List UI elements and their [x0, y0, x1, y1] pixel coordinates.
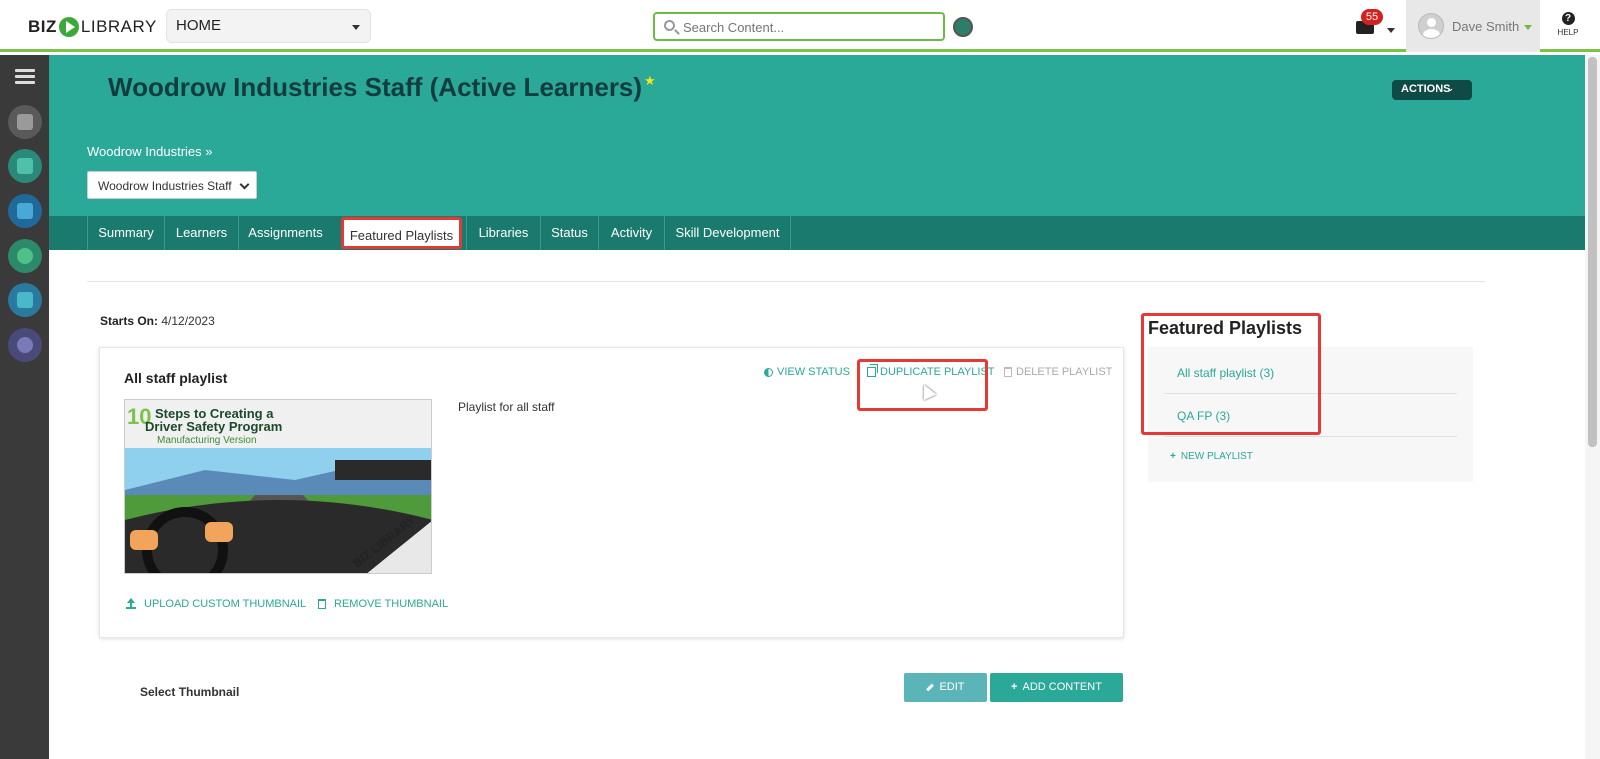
help-button[interactable]: ? HELP — [1548, 12, 1588, 37]
help-label: HELP — [1557, 28, 1579, 37]
content-divider — [87, 281, 1485, 282]
sidebar-home-icon[interactable] — [8, 105, 42, 139]
tab-status[interactable]: Status — [540, 216, 598, 250]
group-select-value: Woodrow Industries Staff — [98, 179, 232, 193]
tab-libraries[interactable]: Libraries — [466, 216, 540, 250]
user-menu[interactable]: Dave Smith — [1406, 0, 1540, 52]
upload-icon — [126, 598, 136, 609]
new-playlist-label: NEW PLAYLIST — [1180, 451, 1253, 462]
remove-thumbnail-label: REMOVE THUMBNAIL — [334, 598, 449, 610]
scrollbar-thumb[interactable] — [1588, 57, 1597, 447]
featured-highlight-box — [1141, 313, 1321, 435]
edit-label: EDIT — [939, 681, 965, 693]
logo-text-library: LIBRARY — [80, 17, 157, 36]
delete-playlist-label: DELETE PLAYLIST — [1016, 366, 1113, 378]
chevron-down-icon — [239, 179, 250, 190]
actions-button[interactable]: ACTIONS ⌄ — [1392, 80, 1472, 100]
upload-thumbnail-label: UPLOAD CUSTOM THUMBNAIL — [144, 598, 307, 610]
tab-featured-playlists[interactable]: Featured Playlists — [341, 217, 462, 249]
starts-on-value: 4/12/2023 — [161, 314, 215, 328]
add-content-button[interactable]: + ADD CONTENT — [990, 673, 1123, 702]
status-icon — [764, 367, 773, 377]
sidebar-people-icon[interactable] — [8, 283, 42, 317]
sidebar-library-icon[interactable] — [8, 194, 42, 228]
delete-playlist-button[interactable]: DELETE PLAYLIST — [1004, 366, 1112, 378]
tab-activity[interactable]: Activity — [598, 216, 664, 250]
remove-thumbnail-button[interactable]: REMOVE THUMBNAIL — [318, 598, 448, 610]
thumbnail-image: 10 Steps to Creating a Driver Safety Pro… — [125, 400, 431, 573]
tab-summary[interactable]: Summary — [87, 216, 164, 250]
playlist-description: Playlist for all staff — [458, 400, 555, 414]
help-icon: ? — [1561, 12, 1575, 25]
tab-bar: Summary Learners Assignments Featured Pl… — [49, 216, 1585, 250]
star-icon[interactable]: ★ — [644, 73, 656, 89]
top-bar: BIZ LIBRARY HOME 55 Dave Smith ? HELP — [0, 0, 1600, 52]
search-icon — [664, 20, 675, 31]
starts-on: Starts On: 4/12/2023 — [100, 314, 215, 328]
tabs-end-divider — [790, 216, 791, 250]
sidebar-reports-icon[interactable] — [8, 239, 42, 273]
user-caret-icon — [1524, 25, 1532, 30]
thumbnail-line3: Manufacturing Version — [157, 435, 257, 446]
nav-select-value: HOME — [176, 17, 221, 34]
pencil-icon — [926, 683, 935, 691]
sidebar-settings-icon[interactable] — [8, 328, 42, 362]
sidebar — [0, 55, 49, 759]
tab-learners[interactable]: Learners — [164, 216, 238, 250]
search-box[interactable] — [653, 12, 945, 41]
menu-icon[interactable] — [15, 69, 35, 84]
caret-down-icon — [352, 25, 360, 30]
group-select[interactable]: Woodrow Industries Staff — [87, 171, 257, 199]
chevron-down-icon: ⌄ — [1446, 83, 1454, 93]
trash-icon — [1004, 367, 1012, 377]
select-thumbnail-label: Select Thumbnail — [140, 685, 240, 699]
plus-icon: + — [1170, 451, 1176, 462]
sidebar-learners-icon[interactable] — [8, 149, 42, 183]
thumbnail-line2: Driver Safety Program — [145, 419, 282, 434]
breadcrumb[interactable]: Woodrow Industries » — [87, 144, 213, 159]
search-input[interactable] — [683, 18, 933, 36]
list-divider — [1164, 436, 1457, 437]
globe-icon[interactable] — [953, 17, 973, 37]
upload-custom-thumbnail-button[interactable]: UPLOAD CUSTOM THUMBNAIL — [126, 598, 306, 610]
plus-icon: + — [1011, 681, 1018, 693]
mail-dropdown-caret-icon[interactable] — [1387, 28, 1395, 33]
bizlibrary-logo[interactable]: BIZ LIBRARY — [28, 14, 157, 40]
logo-text-biz: BIZ — [28, 17, 57, 36]
add-content-label: ADD CONTENT — [1022, 681, 1102, 693]
tab-skill-development[interactable]: Skill Development — [664, 216, 790, 250]
page-title: Woodrow Industries Staff (Active Learner… — [108, 72, 643, 102]
playlist-thumbnail[interactable]: 10 Steps to Creating a Driver Safety Pro… — [124, 399, 432, 574]
avatar — [1418, 13, 1444, 39]
view-status-label: VIEW STATUS — [777, 366, 850, 378]
group-header: Woodrow Industries Staff (Active Learner… — [49, 55, 1585, 216]
tab-assignments[interactable]: Assignments — [238, 216, 332, 250]
new-playlist-button[interactable]: + NEW PLAYLIST — [1170, 451, 1253, 462]
edit-button[interactable]: EDIT — [904, 673, 987, 702]
user-name: Dave Smith — [1452, 19, 1520, 34]
mail-count-badge: 55 — [1361, 9, 1383, 25]
starts-on-label: Starts On: — [100, 314, 159, 328]
actions-label: ACTIONS — [1401, 83, 1451, 95]
nav-select[interactable]: HOME — [166, 9, 371, 43]
trash-icon — [318, 599, 326, 609]
play-icon — [58, 17, 79, 37]
playlist-title: All staff playlist — [124, 370, 228, 386]
view-status-button[interactable]: VIEW STATUS — [764, 366, 850, 378]
